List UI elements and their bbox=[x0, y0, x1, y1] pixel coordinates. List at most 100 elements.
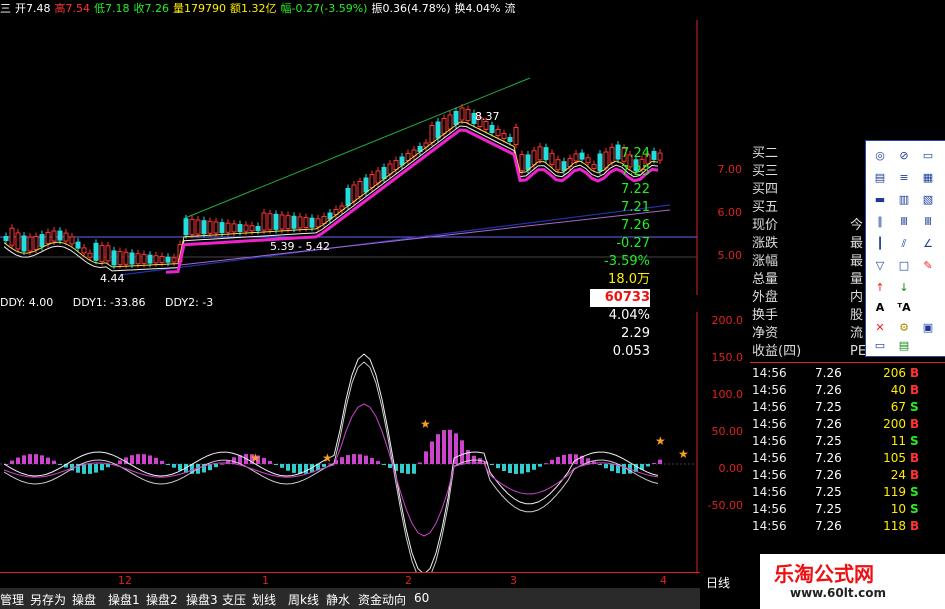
toolbar-button[interactable]: 操盘1 bbox=[108, 591, 140, 608]
toolbar-button[interactable]: 操盘3 bbox=[186, 591, 218, 608]
indicator-bar bbox=[280, 464, 284, 468]
quote-value: 2.29 bbox=[621, 326, 650, 341]
text-tool-icon[interactable]: A bbox=[872, 301, 888, 315]
triangle-icon[interactable]: ▽ bbox=[872, 259, 888, 273]
tick-side: B bbox=[910, 519, 920, 533]
toolbar-button[interactable]: 支压 bbox=[222, 591, 246, 608]
toolbar-button[interactable]: 静水 bbox=[326, 591, 350, 608]
fan-icon[interactable]: ⫽ bbox=[896, 237, 912, 251]
candlestick bbox=[657, 149, 663, 165]
indicator-bar bbox=[412, 464, 416, 474]
indicator-bar bbox=[646, 464, 650, 467]
quote-label: 收益(四) bbox=[752, 344, 802, 359]
pen-icon[interactable]: ✎ bbox=[920, 259, 936, 273]
indicator-bar bbox=[304, 464, 308, 474]
tick-volume: 119 bbox=[883, 485, 906, 499]
circle-tool-icon[interactable]: ◎ bbox=[872, 149, 888, 163]
drawing-toolbox[interactable]: ◎ ⊘ ▭ ▤ ≡ ▦ ▬ ▥ ▧ ∥ Ⅲ Ⅲ ┃ ⫽ ∠ ▽ □ ✎ ↑ ↓ … bbox=[865, 140, 945, 357]
period-label[interactable]: 日线 bbox=[706, 574, 730, 591]
tick-time: 14:56 bbox=[752, 366, 787, 380]
rectangle-icon[interactable]: □ bbox=[896, 259, 912, 273]
indicator-bar bbox=[388, 464, 392, 468]
candlestick bbox=[93, 239, 99, 265]
indicator-bar bbox=[496, 464, 500, 469]
indicator-bar bbox=[130, 455, 134, 464]
columns-icon[interactable]: Ⅲ bbox=[920, 215, 936, 229]
header-field: 换4.04% bbox=[454, 2, 501, 15]
tick-volume: 40 bbox=[890, 383, 906, 397]
tick-volume: 24 bbox=[890, 468, 906, 482]
tick-time: 14:56 bbox=[752, 383, 787, 397]
angle-icon[interactable]: ∠ bbox=[920, 237, 936, 251]
toolbar-button[interactable]: 另存为 bbox=[30, 591, 66, 608]
candlestick bbox=[213, 217, 219, 237]
date-label: 4 bbox=[660, 574, 667, 587]
header-field: 幅-0.27(-3.59%) bbox=[280, 2, 368, 15]
quote-value: -0.27 bbox=[616, 236, 650, 251]
channel-icon[interactable]: ▧ bbox=[920, 193, 936, 207]
indicator-bar bbox=[568, 454, 572, 464]
quote-extra: 流 bbox=[850, 326, 864, 341]
delete-icon[interactable]: ✕ bbox=[872, 321, 888, 335]
indicator-bar bbox=[364, 455, 368, 464]
tick-price: 7.26 bbox=[815, 417, 842, 431]
ruler-icon[interactable]: ▬ bbox=[872, 193, 888, 207]
toolbar-button[interactable]: 操盘2 bbox=[146, 591, 178, 608]
toolbar-button[interactable]: 操盘 bbox=[72, 591, 96, 608]
gf-tool-icon[interactable]: ▭ bbox=[920, 149, 936, 163]
quote-label: 涨跌 bbox=[752, 236, 779, 251]
candlestick bbox=[69, 232, 75, 248]
tick-price: 7.26 bbox=[815, 366, 842, 380]
vbar-icon[interactable]: ┃ bbox=[872, 237, 888, 251]
tick-side: B bbox=[910, 383, 920, 397]
indicator-bar bbox=[538, 464, 542, 467]
header-field: 收7.26 bbox=[133, 2, 170, 15]
quote-label: 净资 bbox=[752, 326, 779, 341]
toolbar-button[interactable]: 60 bbox=[414, 591, 429, 605]
watermark-title: 乐淘公式网 bbox=[774, 562, 874, 586]
header-field: 振0.36(4.78%) bbox=[371, 2, 451, 15]
grid-tool-icon[interactable]: ▦ bbox=[920, 171, 936, 185]
settings-icon[interactable]: ⚙ bbox=[896, 321, 912, 335]
export-icon[interactable]: ▤ bbox=[896, 339, 912, 353]
lines-tool-icon[interactable]: ≡ bbox=[896, 171, 912, 185]
indicator-bar bbox=[94, 464, 98, 473]
candlestick bbox=[183, 214, 189, 239]
tick-time: 14:56 bbox=[752, 400, 787, 414]
indicator-bar bbox=[274, 464, 278, 465]
parallel-icon[interactable]: ∥ bbox=[872, 215, 888, 229]
indicator-bar bbox=[520, 464, 524, 474]
no-entry-icon[interactable]: ⊘ bbox=[896, 149, 912, 163]
price-axis-label: 5.00 bbox=[717, 249, 743, 262]
ga-tool-icon[interactable]: ▤ bbox=[872, 171, 888, 185]
indicator-bar bbox=[166, 464, 170, 465]
toolbar-button[interactable]: 周k线 bbox=[288, 591, 319, 608]
text-note-icon[interactable]: ᵀA bbox=[896, 301, 912, 315]
candlestick bbox=[135, 249, 141, 268]
date-label: 2 bbox=[405, 574, 412, 587]
indicator-bar bbox=[418, 462, 422, 464]
toolbar-button[interactable]: 管理 bbox=[0, 591, 24, 608]
toolbar-button[interactable]: 资金动向 bbox=[358, 591, 406, 608]
indicator-bar bbox=[370, 458, 374, 464]
candlestick bbox=[129, 249, 135, 268]
indicator-bar bbox=[436, 434, 440, 464]
fib-icon[interactable]: ▥ bbox=[896, 193, 912, 207]
arrow-down-icon[interactable]: ↓ bbox=[896, 281, 912, 295]
indicator-bar bbox=[556, 456, 560, 464]
toolbar-button[interactable]: 划线 bbox=[252, 591, 276, 608]
indicator-labels: DDY: 4.00 DDY1: -33.86 DDY2: -3 bbox=[0, 296, 229, 312]
bars-icon[interactable]: Ⅲ bbox=[896, 215, 912, 229]
indicator-bar bbox=[346, 455, 350, 464]
indicator-bar bbox=[178, 464, 182, 471]
candlestick bbox=[195, 216, 201, 239]
screen-icon[interactable]: ▣ bbox=[920, 321, 936, 335]
arrow-up-icon[interactable]: ↑ bbox=[872, 281, 888, 295]
indicator-bar bbox=[442, 430, 446, 464]
quote-value: 4.04% bbox=[608, 308, 650, 323]
tick-side: S bbox=[910, 434, 919, 448]
panel-icon[interactable]: ▭ bbox=[872, 339, 888, 353]
candlestick bbox=[549, 149, 555, 169]
indicator-bar bbox=[508, 464, 512, 474]
star-icon: ★ bbox=[420, 417, 431, 431]
